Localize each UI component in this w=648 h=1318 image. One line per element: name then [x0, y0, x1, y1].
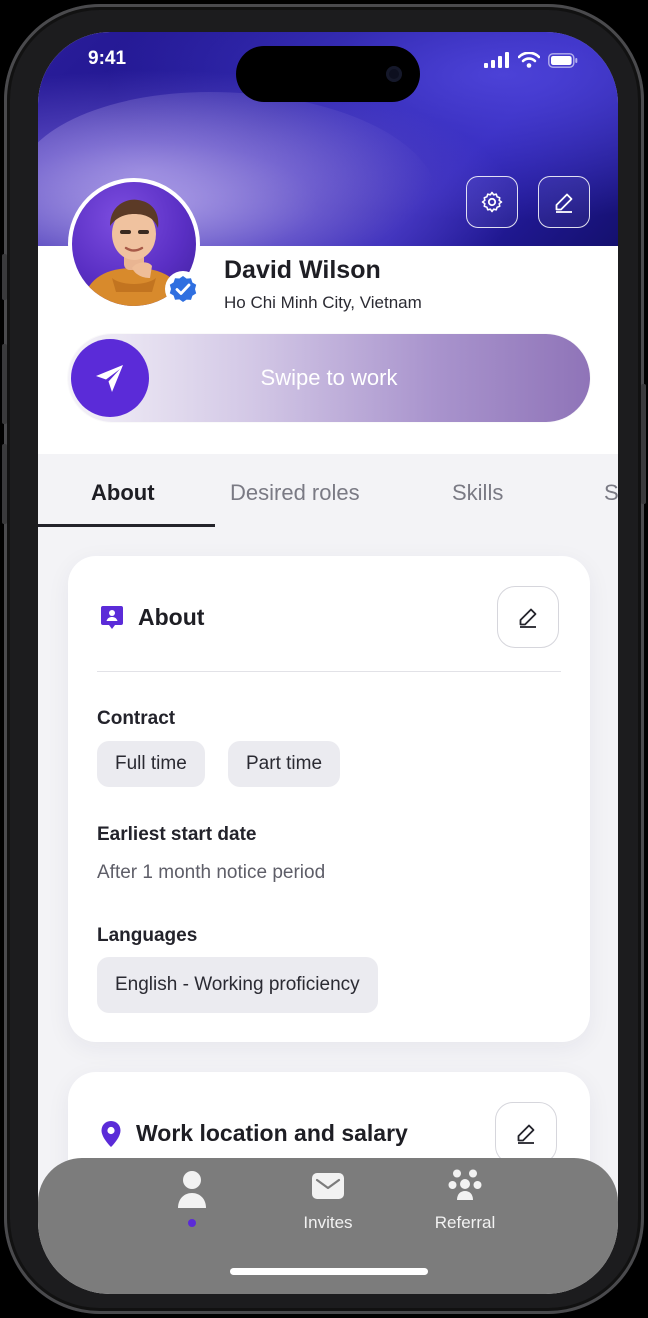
tab-desired-roles[interactable]: Desired roles: [230, 480, 360, 506]
gear-icon: [481, 191, 503, 213]
paper-plane-icon: [96, 365, 123, 392]
nav-item-profile[interactable]: [162, 1170, 222, 1227]
status-icons: [484, 52, 578, 68]
language-chip: English - Working proficiency: [97, 957, 378, 1013]
profile-name: David Wilson: [224, 256, 381, 284]
contract-label: Contract: [97, 708, 176, 729]
dynamic-island: [236, 46, 420, 102]
front-camera: [386, 66, 402, 82]
nav-item-referral[interactable]: Referral: [425, 1168, 505, 1233]
nav-item-invites[interactable]: Invites: [293, 1172, 363, 1233]
tab-skills[interactable]: Skills: [452, 480, 503, 506]
envelope-icon: [312, 1173, 344, 1199]
contact-card-icon: [101, 606, 123, 629]
start-date-value: After 1 month notice period: [97, 862, 326, 883]
card-divider: [97, 671, 561, 672]
about-card: About Contract Full time Part time Earli…: [68, 556, 590, 1042]
tab-overflow[interactable]: S: [604, 480, 618, 506]
swipe-to-work-slider[interactable]: Swipe to work: [68, 334, 590, 422]
swipe-handle[interactable]: [71, 339, 149, 417]
volume-up-button: [2, 344, 7, 424]
home-indicator: [230, 1268, 428, 1275]
start-date-label: Earliest start date: [97, 824, 257, 845]
contract-chip-part-time: Part time: [228, 741, 341, 787]
location-pin-icon: [101, 1121, 121, 1147]
active-tab-indicator: [38, 524, 215, 527]
people-group-icon: [448, 1169, 482, 1200]
volume-down-button: [2, 444, 7, 524]
status-time: 9:41: [88, 48, 127, 69]
wifi-icon: [518, 52, 540, 68]
power-button: [641, 384, 646, 504]
verified-badge-icon: [165, 271, 201, 307]
nav-item-invites-label: Invites: [303, 1213, 353, 1232]
languages-label: Languages: [97, 925, 198, 946]
mute-switch: [2, 254, 7, 300]
battery-icon: [548, 52, 578, 68]
person-icon: [178, 1171, 206, 1208]
nav-profile-active-dot: [188, 1219, 196, 1227]
screen: 9:41 David Wilson Ho Chi Minh City, Viet…: [38, 32, 618, 1294]
settings-button[interactable]: [466, 176, 518, 228]
profile-location: Ho Chi Minh City, Vietnam: [224, 293, 422, 312]
nav-item-referral-label: Referral: [434, 1213, 496, 1232]
profile-tabs: About Desired roles Skills S: [38, 454, 618, 528]
pencil-icon: [555, 193, 573, 213]
about-card-title: About: [138, 604, 205, 630]
edit-about-button[interactable]: [497, 586, 559, 648]
contract-chip-full-time: Full time: [97, 741, 205, 787]
tab-about[interactable]: About: [91, 480, 155, 506]
pencil-icon: [519, 608, 537, 628]
edit-work-location-button[interactable]: [495, 1102, 557, 1164]
cellular-signal-icon: [484, 52, 509, 68]
edit-profile-button[interactable]: [538, 176, 590, 228]
work-location-card-title: Work location and salary: [136, 1120, 408, 1146]
phone-frame: 9:41 David Wilson Ho Chi Minh City, Viet…: [2, 4, 646, 1314]
pencil-icon: [517, 1124, 535, 1144]
